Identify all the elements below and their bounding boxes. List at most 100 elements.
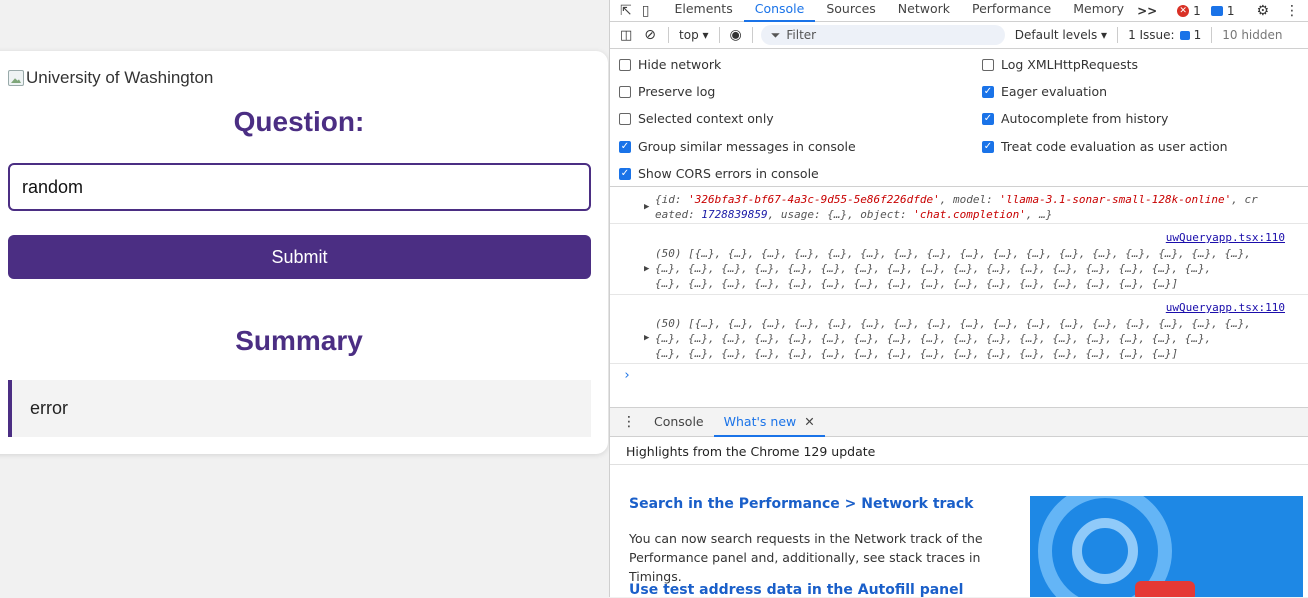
divider	[668, 27, 670, 43]
log-text: , cr	[1231, 193, 1258, 206]
setting-label: Hide network	[638, 57, 722, 72]
log-text: , …}	[1025, 208, 1053, 221]
whats-new-heading-link[interactable]: Search in the Performance > Network trac…	[629, 496, 973, 512]
setting-autocomplete[interactable]: ✓ Autocomplete from history	[982, 111, 1168, 126]
setting-label: Treat code evaluation as user action	[1001, 139, 1228, 154]
tab-memory[interactable]: Memory	[1062, 0, 1135, 22]
messages-counter[interactable]: 1	[1210, 3, 1235, 18]
tab-performance[interactable]: Performance	[961, 0, 1062, 22]
submit-button[interactable]: Submit	[8, 235, 591, 279]
console-toolbar: ◫ ⊘ top ▾ ◉ ⏷ Filter Default levels ▾ 1 …	[610, 22, 1308, 49]
kebab-menu-icon[interactable]: ⋮	[1285, 3, 1299, 19]
setting-hide-network[interactable]: Hide network	[619, 57, 721, 72]
console-settings: Hide network Preserve log Selected conte…	[610, 50, 1308, 187]
message-icon	[1210, 5, 1223, 16]
sidebar-toggle-icon[interactable]: ◫	[620, 28, 632, 43]
checkbox[interactable]	[619, 112, 631, 125]
setting-label: Preserve log	[638, 84, 716, 99]
issues-label: 1 Issue:	[1128, 28, 1175, 42]
drawer-tab-whats-new[interactable]: What's new ✕	[713, 407, 825, 437]
setting-label: Eager evaluation	[1001, 84, 1108, 99]
divider	[1211, 27, 1213, 43]
inspect-element-icon[interactable]: ⇱	[620, 3, 632, 19]
messages-count: 1	[1226, 3, 1235, 18]
filter-funnel-icon: ⏷	[770, 27, 781, 42]
log-levels-value: Default levels	[1014, 28, 1098, 42]
log-entry[interactable]: ▶ {id: '326bfa3f-bf67-4a3c-9d55-5e86f226…	[610, 188, 1308, 224]
setting-log-xhr[interactable]: Log XMLHttpRequests	[982, 57, 1138, 72]
drawer-tabbar: ⋮ Console What's new ✕	[610, 407, 1308, 437]
summary-heading: Summary	[235, 325, 363, 356]
filter-input[interactable]: ⏷ Filter	[760, 25, 1005, 45]
setting-label: Log XMLHttpRequests	[1001, 57, 1139, 72]
whats-new-video-thumbnail[interactable]	[1030, 496, 1303, 597]
errors-counter[interactable]: ✕ 1	[1177, 4, 1201, 18]
close-icon[interactable]: ✕	[804, 414, 814, 429]
summary-box: error	[8, 380, 591, 437]
expand-triangle-icon[interactable]: ▶	[644, 264, 649, 274]
university-logo: University of Washington	[8, 68, 213, 88]
expand-triangle-icon[interactable]: ▶	[644, 333, 649, 343]
devtools-panel: ⇱ ▯ Elements Console Sources Network Per…	[609, 0, 1308, 598]
live-expression-eye-icon[interactable]: ◉	[730, 27, 742, 43]
checkbox-checked[interactable]: ✓	[982, 85, 994, 98]
whats-new-subtitle: Highlights from the Chrome 129 update	[626, 444, 876, 459]
checkbox-checked[interactable]: ✓	[982, 140, 994, 153]
log-text: , model:	[939, 193, 1000, 206]
log-array-line: {…}, {…}, {…}, {…}, {…}, {…}, {…}, {…}, …	[655, 347, 1179, 360]
setting-treat-user-action[interactable]: ✓ Treat code evaluation as user action	[982, 139, 1228, 154]
summary-text: error	[30, 398, 69, 418]
log-entry[interactable]: uwQueryapp.tsx:110 ▶ (50) [{…}, {…}, {…}…	[610, 296, 1308, 364]
tab-network[interactable]: Network	[887, 0, 961, 22]
setting-label: Autocomplete from history	[1001, 111, 1169, 126]
setting-preserve-log[interactable]: Preserve log	[619, 84, 715, 99]
source-link[interactable]: uwQueryapp.tsx:110	[1166, 231, 1285, 244]
drawer-menu-icon[interactable]: ⋮	[622, 414, 636, 430]
log-id: '326bfa3f-bf67-4a3c-9d55-5e86f226dfde'	[688, 193, 940, 206]
clear-console-icon[interactable]: ⊘	[644, 27, 656, 43]
log-array-line: (50) [{…}, {…}, {…}, {…}, {…}, {…}, {…},…	[655, 247, 1252, 260]
log-entry[interactable]: uwQueryapp.tsx:110 ▶ (50) [{…}, {…}, {…}…	[610, 225, 1308, 295]
setting-label: Show CORS errors in console	[638, 166, 819, 181]
setting-eager-eval[interactable]: ✓ Eager evaluation	[982, 84, 1107, 99]
device-toolbar-icon[interactable]: ▯	[642, 3, 650, 19]
question-input[interactable]: random	[8, 163, 591, 211]
log-created: 1728839859	[701, 208, 768, 221]
tab-sources[interactable]: Sources	[815, 0, 886, 22]
filter-placeholder: Filter	[786, 28, 817, 42]
context-select[interactable]: top ▾	[679, 28, 709, 42]
setting-selected-context[interactable]: Selected context only	[619, 111, 774, 126]
log-array-line: (50) [{…}, {…}, {…}, {…}, {…}, {…}, {…},…	[655, 317, 1252, 330]
setting-cors-errors[interactable]: ✓ Show CORS errors in console	[619, 166, 819, 181]
log-model: 'llama-3.1-sonar-small-128k-online'	[999, 193, 1232, 206]
tab-console[interactable]: Console	[743, 0, 816, 22]
more-tabs-chevron-icon[interactable]: >>	[1137, 4, 1157, 18]
checkbox-checked[interactable]: ✓	[619, 167, 631, 180]
checkbox[interactable]	[982, 58, 994, 71]
logo-alt-text: University of Washington	[26, 68, 214, 87]
checkbox-checked[interactable]: ✓	[982, 112, 994, 125]
log-levels-select[interactable]: Default levels ▾	[1015, 28, 1107, 42]
checkbox-checked[interactable]: ✓	[619, 140, 631, 153]
setting-label: Group similar messages in console	[638, 139, 856, 154]
checkbox[interactable]	[619, 58, 631, 71]
drawer-tab-console[interactable]: Console	[644, 407, 714, 437]
log-array-line: {…}, {…}, {…}, {…}, {…}, {…}, {…}, {…}, …	[655, 277, 1179, 290]
tab-elements[interactable]: Elements	[663, 0, 743, 22]
whats-new-heading-link[interactable]: Use test address data in the Autofill pa…	[629, 582, 963, 598]
hidden-count: 10 hidden	[1222, 28, 1283, 42]
source-link[interactable]: uwQueryapp.tsx:110	[1166, 301, 1285, 314]
log-text: , usage: {…}, object:	[767, 208, 914, 221]
log-array-line: {…}, {…}, {…}, {…}, {…}, {…}, {…}, {…}, …	[655, 332, 1212, 345]
checkbox[interactable]	[619, 85, 631, 98]
log-object: 'chat.completion'	[913, 208, 1026, 221]
expand-triangle-icon[interactable]: ▶	[644, 202, 649, 212]
issue-icon	[1179, 30, 1190, 40]
setting-group-similar[interactable]: ✓ Group similar messages in console	[619, 139, 856, 154]
settings-gear-icon[interactable]: ⚙	[1256, 3, 1269, 19]
issues-button[interactable]: 1 Issue: 1	[1128, 28, 1201, 42]
errors-count: 1	[1193, 3, 1201, 18]
setting-label: Selected context only	[638, 111, 774, 126]
console-prompt-chevron-icon[interactable]: ›	[623, 368, 631, 383]
issues-count: 1	[1193, 28, 1202, 42]
